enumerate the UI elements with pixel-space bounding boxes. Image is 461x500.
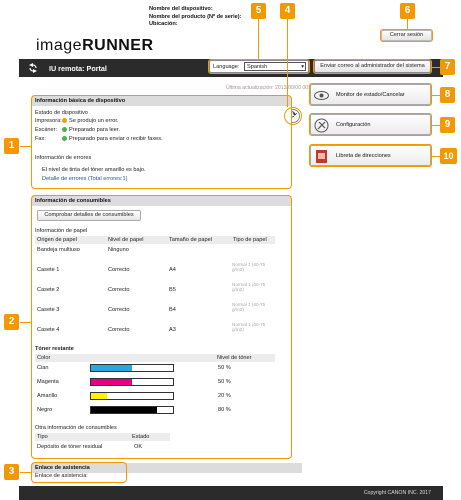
leader-10 (432, 156, 440, 157)
device-info-labels: Nombre del dispositivo: Nombre del produ… (149, 6, 242, 29)
leader-5 (258, 19, 259, 59)
callout-outline-4 (284, 107, 302, 125)
callout-outline-7 (313, 59, 432, 74)
callout-9: 9 (440, 117, 455, 133)
callout-outline-1 (31, 95, 292, 189)
device-name-label: Nombre del dispositivo: (149, 6, 213, 12)
product-name-label: Nombre del producto (Nº de serie): (149, 13, 242, 20)
leader-8 (432, 95, 440, 96)
leader-6 (407, 19, 408, 29)
imagerunner-logo: imageRUNNER (36, 37, 154, 54)
leader-9 (432, 125, 440, 126)
leader-7 (432, 67, 440, 68)
leader-2 (20, 322, 32, 323)
callout-6: 6 (400, 3, 415, 19)
callout-2: 2 (4, 314, 19, 330)
callout-outline-5 (208, 59, 310, 74)
remote-ui-page: imageRUNNER Nombre del dispositivo: Nomb… (0, 0, 461, 500)
callout-outline-3 (31, 462, 127, 483)
callout-outline-8 (309, 83, 432, 106)
callout-outline-10 (309, 144, 432, 167)
callout-outline-9 (309, 113, 432, 136)
leader-3 (20, 472, 32, 473)
callout-5: 5 (251, 3, 266, 19)
portal-title: IU remota: Portal (49, 64, 107, 73)
callout-1: 1 (4, 138, 19, 154)
callout-outline-6 (380, 29, 433, 42)
header: imageRUNNER Nombre del dispositivo: Nomb… (19, 0, 443, 59)
leader-4 (287, 19, 288, 107)
footer: Copyright CANON INC. 2017 (19, 486, 443, 500)
copyright: Copyright CANON INC. 2017 (363, 490, 431, 496)
leader-1 (20, 146, 32, 147)
callout-outline-2 (31, 195, 292, 459)
callout-8: 8 (440, 87, 455, 103)
callout-4: 4 (280, 3, 295, 19)
remote-ui-icon (29, 63, 37, 73)
callout-7: 7 (440, 59, 455, 75)
callout-3: 3 (4, 464, 19, 480)
callout-10: 10 (440, 148, 457, 164)
location-label: Ubicación: (149, 21, 178, 28)
